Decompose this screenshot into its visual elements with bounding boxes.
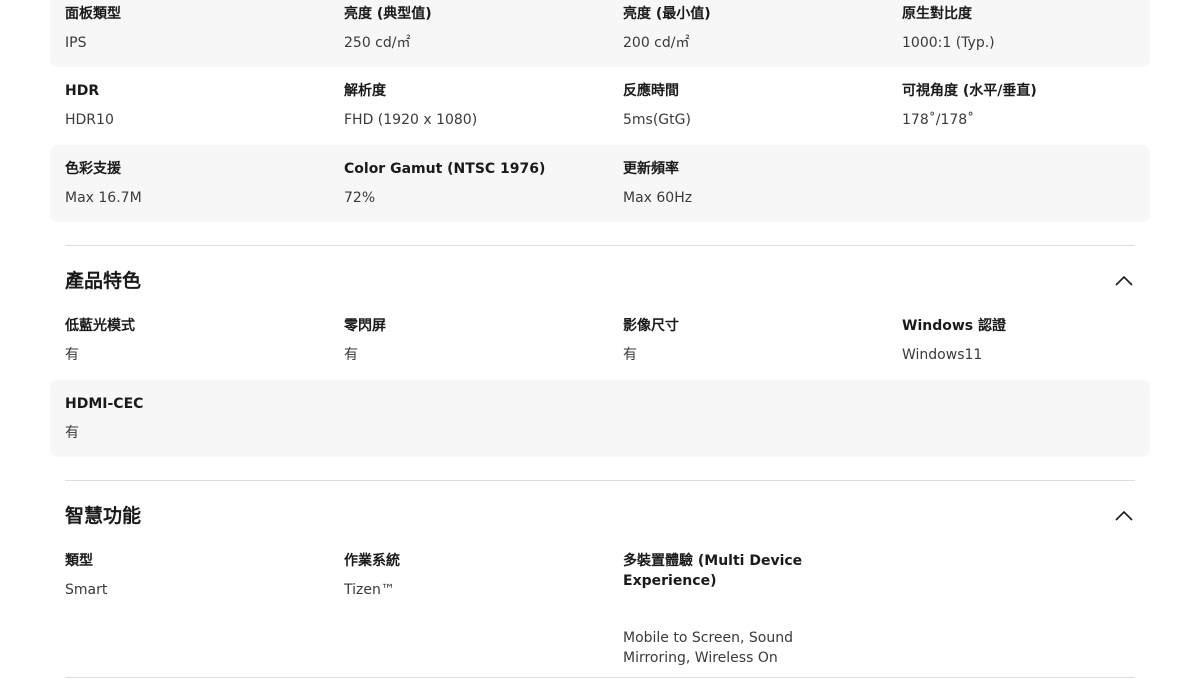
spec-label: 色彩支援 — [65, 161, 121, 177]
section-title-features: 產品特色 — [65, 270, 142, 292]
spec-value: Tizen™ — [344, 582, 395, 598]
spec-value: Mobile to Screen, Sound Mirroring, Wirel… — [623, 630, 793, 666]
section-title-smart: 智慧功能 — [65, 505, 142, 527]
spec-label: 面板類型 — [65, 6, 121, 22]
spec-label: 亮度 (典型值) — [344, 6, 432, 22]
spec-value: Windows11 — [902, 347, 983, 363]
spec-row: 類型 Smart 作業系統 Tizen™ 多裝置體驗 (Multi Device… — [50, 537, 1150, 666]
spec-label: 亮度 (最小值) — [623, 6, 711, 22]
spec-row: HDMI-CEC 有 — [50, 380, 1150, 457]
spec-value: 72% — [344, 190, 376, 206]
spec-label: HDR — [65, 83, 100, 99]
spec-value: Max 16.7M — [65, 190, 142, 206]
spec-value: 200 cd/㎡ — [623, 35, 690, 51]
spec-value: 178˚/178˚ — [902, 112, 975, 128]
spec-label: 作業系統 — [344, 553, 400, 569]
spec-label: Color Gamut (NTSC 1976) — [344, 161, 546, 177]
spec-row: 色彩支援 Max 16.7M Color Gamut (NTSC 1976) 7… — [50, 145, 1150, 222]
spec-label: 零閃屏 — [344, 318, 386, 334]
spec-value: 有 — [344, 347, 358, 363]
spec-value: 1000:1 (Typ.) — [902, 35, 995, 51]
spec-label: 類型 — [65, 553, 93, 569]
spec-label: 原生對比度 — [902, 6, 972, 22]
chevron-up-icon[interactable] — [1114, 510, 1134, 522]
spec-value: 有 — [65, 425, 79, 441]
section-divider — [65, 677, 1135, 678]
section-divider — [65, 480, 1135, 481]
spec-label: 更新頻率 — [623, 161, 679, 177]
spec-label: 可視角度 (水平/垂直) — [902, 83, 1037, 99]
spec-row: 低藍光模式 有 零閃屏 有 影像尺寸 有 Windows 認證 Windows1… — [50, 302, 1150, 379]
section-divider — [65, 245, 1135, 246]
spec-value: Max 60Hz — [623, 190, 693, 206]
spec-label: 多裝置體驗 (Multi Device Experience) — [623, 553, 803, 589]
spec-label: 解析度 — [344, 83, 386, 99]
spec-label: 影像尺寸 — [623, 318, 679, 334]
spec-label: HDMI-CEC — [65, 396, 144, 412]
spec-label: 低藍光模式 — [65, 318, 135, 334]
spec-value: 250 cd/㎡ — [344, 35, 411, 51]
spec-value: 5ms(GtG) — [623, 112, 691, 128]
spec-value: IPS — [65, 35, 87, 51]
spec-value: FHD (1920 x 1080) — [344, 112, 478, 128]
spec-row: 面板類型 IPS 亮度 (典型值) 250 cd/㎡ 亮度 (最小值) 200 … — [50, 0, 1150, 67]
spec-label: Windows 認證 — [902, 318, 1006, 334]
spec-row: HDR HDR10 解析度 FHD (1920 x 1080) 反應時間 5ms… — [50, 67, 1150, 144]
spec-value: 有 — [623, 347, 637, 363]
spec-value: 有 — [65, 347, 79, 363]
spec-value: HDR10 — [65, 112, 114, 128]
spec-label: 反應時間 — [623, 83, 679, 99]
spec-value: Smart — [65, 582, 108, 598]
chevron-up-icon[interactable] — [1114, 275, 1134, 287]
